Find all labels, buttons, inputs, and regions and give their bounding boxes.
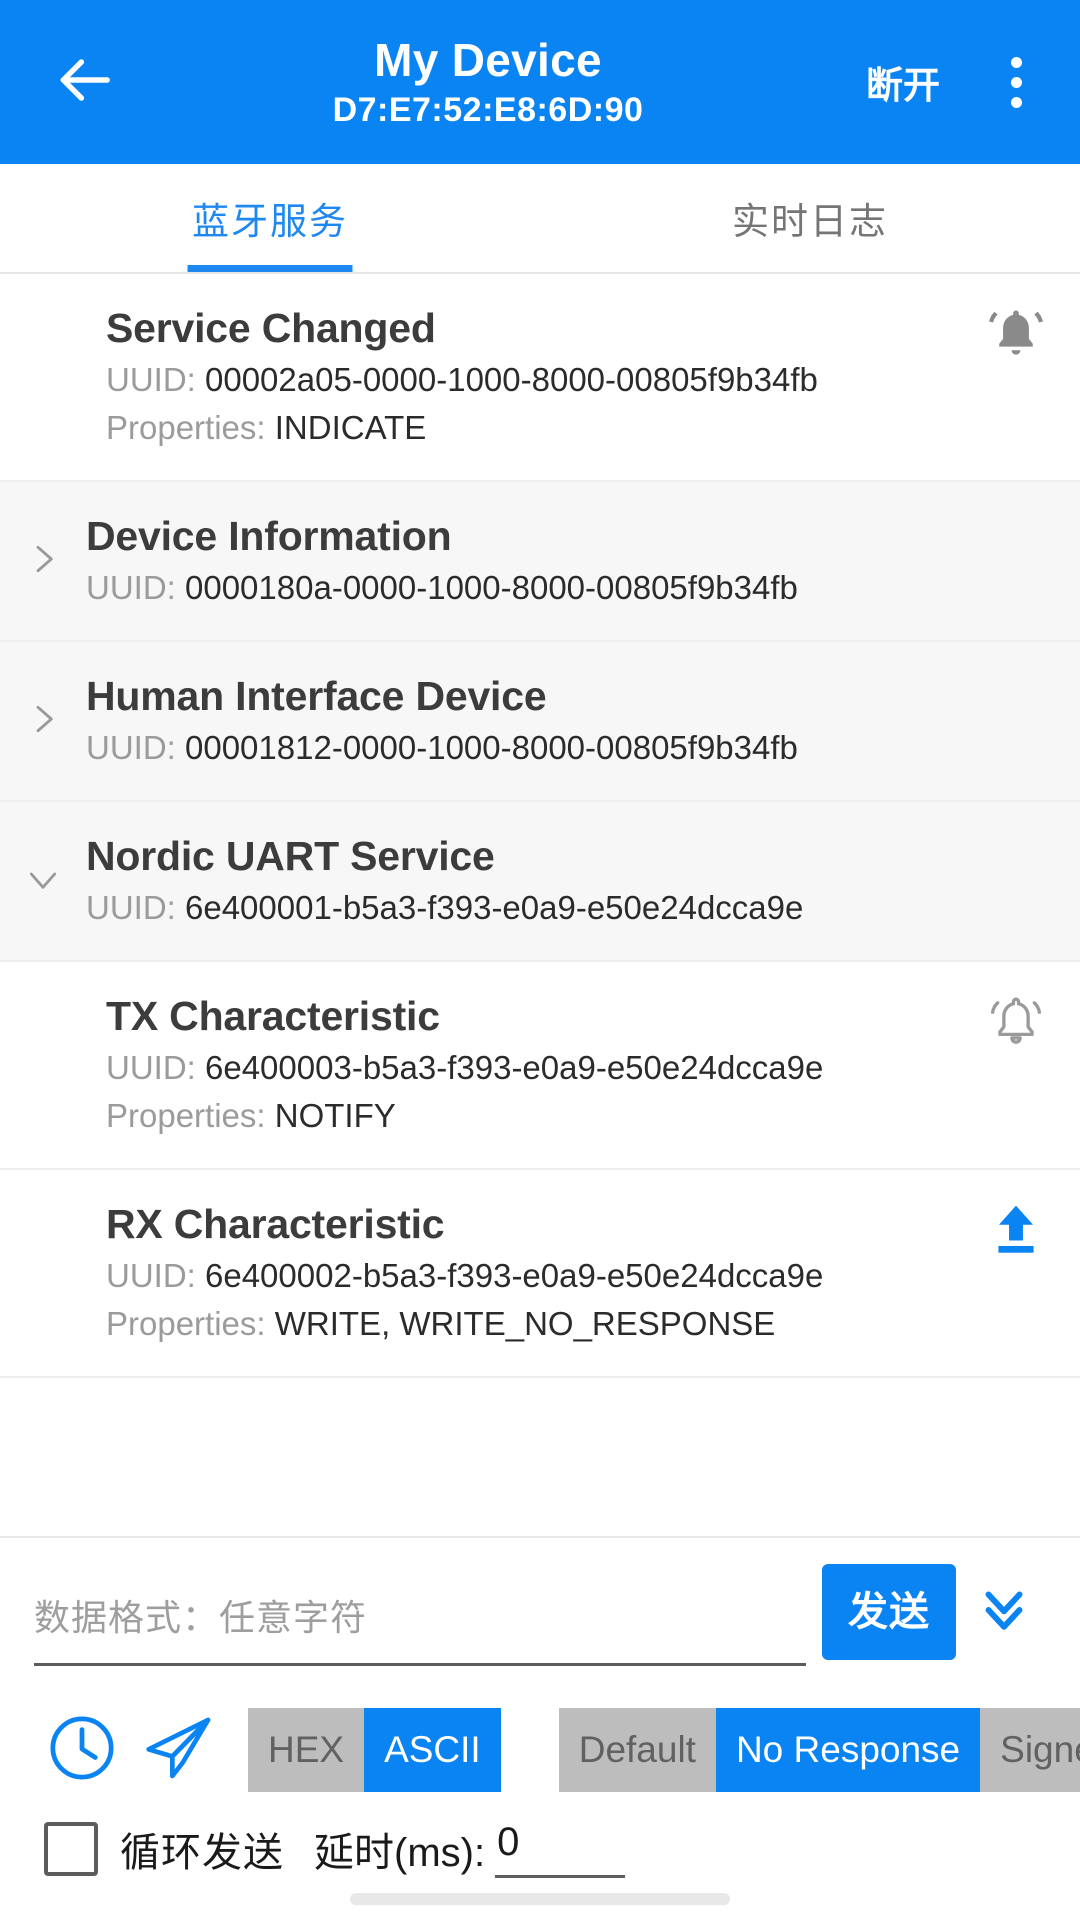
uuid-value: 6e400003-b5a3-f393-e0a9-e50e24dcca9e	[205, 1049, 824, 1086]
list-item[interactable]: Human Interface Device UUID: 00001812-00…	[0, 642, 1080, 802]
upload-icon	[985, 1200, 1047, 1267]
app-bar-titles: My Device D7:E7:52:E8:6D:90	[120, 32, 856, 132]
service-uuid-line: UUID: 6e400001-b5a3-f393-e0a9-e50e24dcca…	[86, 884, 952, 932]
notifications-active-icon	[985, 992, 1047, 1059]
list-item[interactable]: Service Changed UUID: 00002a05-0000-1000…	[0, 274, 1080, 482]
write-button[interactable]	[952, 1170, 1080, 1267]
home-indicator	[350, 1893, 730, 1905]
row-body: Device Information UUID: 0000180a-0000-1…	[86, 482, 952, 640]
overflow-menu-button[interactable]	[984, 36, 1048, 128]
service-name: Service Changed	[106, 305, 436, 351]
send-panel: 发送	[0, 1536, 1080, 1878]
uuid-label: UUID:	[106, 1049, 205, 1086]
expand-panel-button[interactable]	[956, 1564, 1052, 1660]
uuid-value: 6e400001-b5a3-f393-e0a9-e50e24dcca9e	[185, 889, 804, 926]
uuid-value: 0000180a-0000-1000-8000-00805f9b34fb	[185, 569, 798, 606]
device-detail-screen: My Device D7:E7:52:E8:6D:90 断开 蓝牙服务 实时日志…	[0, 0, 1080, 1920]
row-action-empty	[952, 482, 1080, 512]
loop-send-label: 循环发送	[120, 1831, 284, 1875]
device-address: D7:E7:52:E8:6D:90	[332, 91, 644, 129]
delay-label: 延时(ms):	[314, 1831, 486, 1875]
back-button[interactable]	[38, 36, 130, 128]
notify-toggle-button[interactable]	[952, 274, 1080, 371]
service-name: Device Information	[86, 513, 452, 559]
service-uuid-line: UUID: 00002a05-0000-1000-8000-00805f9b34…	[106, 356, 952, 404]
system-gesture-area	[0, 1878, 1080, 1920]
quick-send-button[interactable]	[130, 1702, 226, 1798]
row-body: Human Interface Device UUID: 00001812-00…	[86, 642, 952, 800]
row-body: Nordic UART Service UUID: 6e400001-b5a3-…	[86, 802, 952, 960]
row-action-empty	[952, 642, 1080, 672]
service-properties-line: Properties: INDICATE	[106, 404, 952, 452]
uuid-label: UUID:	[86, 569, 185, 606]
properties-value: WRITE, WRITE_NO_RESPONSE	[274, 1305, 776, 1342]
tab-realtime-log[interactable]: 实时日志	[540, 164, 1080, 272]
characteristic-properties-line: Properties: NOTIFY	[106, 1092, 952, 1140]
row-body: Service Changed UUID: 00002a05-0000-1000…	[106, 274, 952, 480]
properties-label: Properties:	[106, 1305, 275, 1342]
uuid-label: UUID:	[106, 1257, 205, 1294]
row-body: RX Characteristic UUID: 6e400002-b5a3-f3…	[106, 1170, 952, 1376]
properties-label: Properties:	[106, 1097, 275, 1134]
service-name: Human Interface Device	[86, 673, 547, 719]
paper-plane-icon	[138, 1708, 218, 1793]
arrow-left-icon	[53, 49, 115, 116]
list-item[interactable]: Nordic UART Service UUID: 6e400001-b5a3-…	[0, 802, 1080, 962]
uuid-value: 00002a05-0000-1000-8000-00805f9b34fb	[205, 361, 818, 398]
chevron-down-icon	[23, 859, 63, 904]
list-item[interactable]: Device Information UUID: 0000180a-0000-1…	[0, 482, 1080, 642]
format-option-hex[interactable]: HEX	[248, 1708, 365, 1792]
chevron-right-icon	[23, 699, 63, 744]
notifications-active-icon	[985, 304, 1047, 371]
uuid-value: 00001812-0000-1000-8000-00805f9b34fb	[185, 729, 798, 766]
format-option-ascii[interactable]: ASCII	[364, 1708, 501, 1792]
service-uuid-line: UUID: 0000180a-0000-1000-8000-00805f9b34…	[86, 564, 952, 612]
tab-bar: 蓝牙服务 实时日志	[0, 164, 1080, 274]
chevron-right-icon	[23, 539, 63, 584]
uuid-value: 6e400002-b5a3-f393-e0a9-e50e24dcca9e	[205, 1257, 824, 1294]
app-bar: My Device D7:E7:52:E8:6D:90 断开	[0, 0, 1080, 164]
tab-bluetooth-services[interactable]: 蓝牙服务	[0, 164, 540, 272]
list-item[interactable]: RX Characteristic UUID: 6e400002-b5a3-f3…	[0, 1170, 1080, 1378]
list-item[interactable]: TX Characteristic UUID: 6e400003-b5a3-f3…	[0, 962, 1080, 1170]
properties-value: INDICATE	[274, 409, 427, 446]
double-chevron-down-icon	[973, 1579, 1035, 1646]
expand-toggle[interactable]	[0, 482, 86, 640]
clock-icon	[44, 1710, 120, 1791]
service-uuid-line: UUID: 00001812-0000-1000-8000-00805f9b34…	[86, 724, 952, 772]
service-list[interactable]: Service Changed UUID: 00002a05-0000-1000…	[0, 274, 1080, 1536]
uuid-label: UUID:	[86, 889, 185, 926]
expand-toggle[interactable]	[0, 642, 86, 800]
write-type-signed[interactable]: Signed	[980, 1708, 1080, 1792]
loop-send-checkbox[interactable]	[44, 1822, 98, 1876]
characteristic-properties-line: Properties: WRITE, WRITE_NO_RESPONSE	[106, 1300, 952, 1348]
data-format-segmented-control: HEX ASCII	[248, 1708, 501, 1792]
service-name: Nordic UART Service	[86, 833, 495, 879]
characteristic-name: RX Characteristic	[106, 1201, 445, 1247]
delay-input[interactable]	[495, 1820, 626, 1878]
page-title: My Device	[374, 34, 602, 86]
send-button[interactable]: 发送	[822, 1564, 956, 1660]
collapse-toggle[interactable]	[0, 802, 86, 960]
loop-send-row: 循环发送 延时(ms):	[0, 1806, 1080, 1878]
properties-label: Properties:	[106, 409, 275, 446]
uuid-label: UUID:	[86, 729, 185, 766]
send-input-row: 发送	[0, 1538, 1080, 1684]
data-input[interactable]	[34, 1588, 806, 1666]
write-type-segmented-control: Default No Response Signed	[558, 1708, 1080, 1792]
characteristic-uuid-line: UUID: 6e400003-b5a3-f393-e0a9-e50e24dcca…	[106, 1044, 952, 1092]
send-tool-row: HEX ASCII Default No Response Signed	[0, 1684, 1080, 1806]
write-type-no-response[interactable]: No Response	[715, 1708, 981, 1792]
properties-value: NOTIFY	[274, 1097, 396, 1134]
row-body: TX Characteristic UUID: 6e400003-b5a3-f3…	[106, 962, 952, 1168]
history-button[interactable]	[34, 1702, 130, 1798]
write-type-default[interactable]: Default	[558, 1708, 716, 1792]
characteristic-uuid-line: UUID: 6e400002-b5a3-f393-e0a9-e50e24dcca…	[106, 1252, 952, 1300]
characteristic-name: TX Characteristic	[106, 993, 440, 1039]
more-vertical-icon	[1010, 56, 1022, 108]
notify-toggle-button[interactable]	[952, 962, 1080, 1059]
uuid-label: UUID:	[106, 361, 205, 398]
disconnect-button[interactable]: 断开	[856, 39, 950, 125]
row-action-empty	[952, 802, 1080, 832]
